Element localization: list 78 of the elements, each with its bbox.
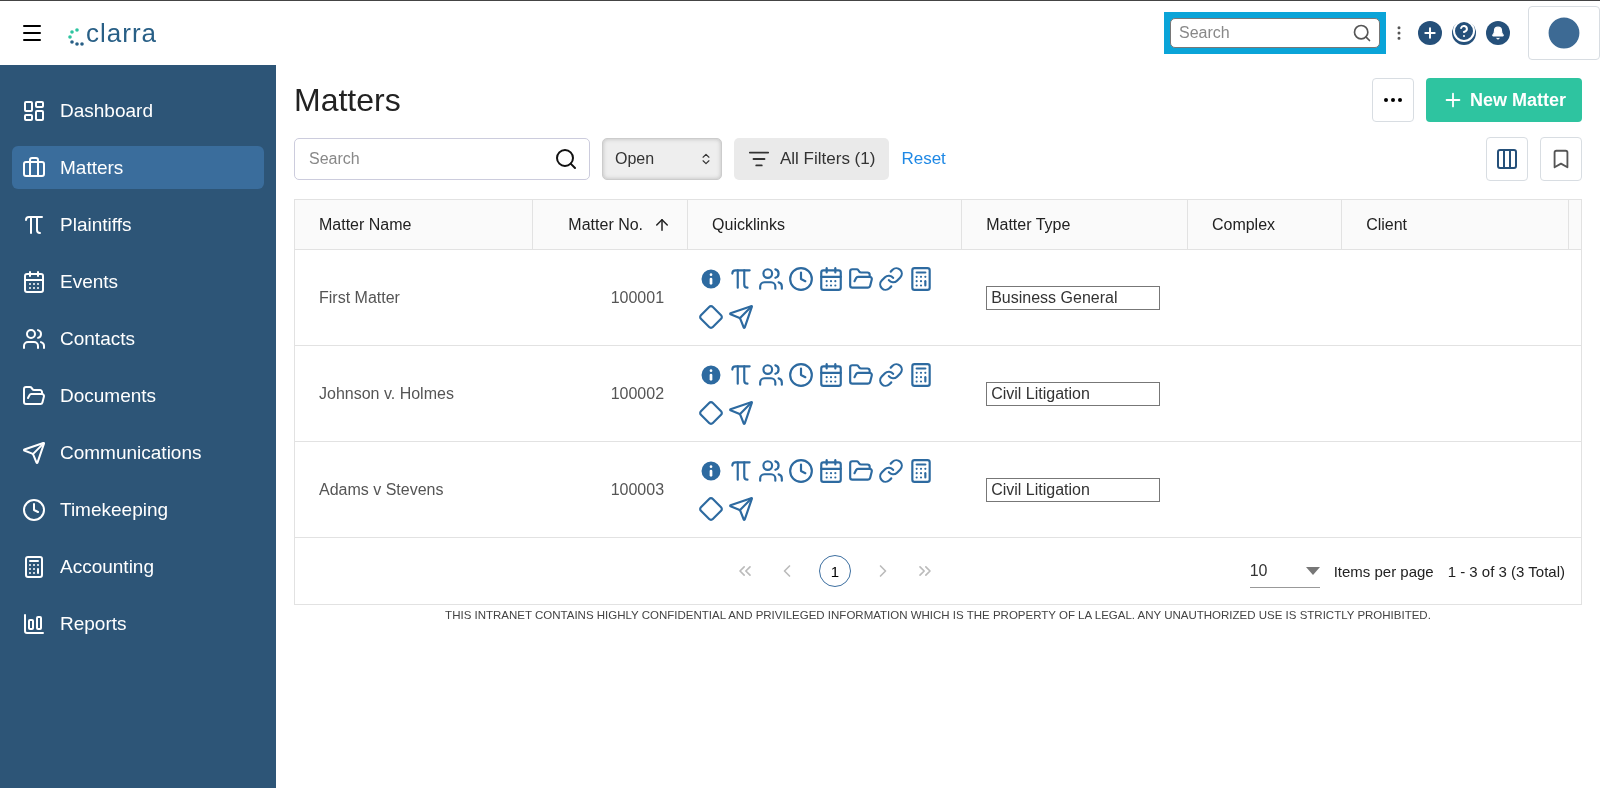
range-label: 1 - 3 of 3 (3 Total) [1447,562,1565,580]
column-header[interactable]: Matter No. [532,200,689,250]
more-icon [1383,98,1402,102]
sidebar-item[interactable]: Documents [12,374,264,417]
page-button[interactable]: 1 [819,555,851,587]
folder-icon[interactable] [848,265,875,292]
sidebar-item[interactable]: Dashboard [12,89,264,132]
column-header[interactable]: Client [1342,200,1569,250]
folder-icon[interactable] [848,361,875,388]
caret-icon [1305,566,1320,575]
clarra-logo: clarra [68,17,157,49]
folder-icon [22,383,46,408]
sidebar-item[interactable]: Plaintiffs [12,203,264,246]
folder-icon[interactable] [848,457,875,484]
calendar-icon[interactable] [818,265,845,292]
table-cell: Johnson v. Holmes [295,346,533,442]
bookmark-button[interactable] [1540,137,1582,181]
column-header[interactable]: Matter Type [962,200,1188,250]
people-icon[interactable] [758,457,785,484]
search-icon [554,147,578,171]
people-icon [22,326,46,351]
sidebar-item[interactable]: Contacts [12,317,264,360]
diamond-icon[interactable] [698,399,725,426]
link-icon[interactable] [878,361,905,388]
bell-icon[interactable] [1486,21,1510,45]
dashboard-icon [22,98,46,123]
reset-link[interactable]: Reset [901,149,946,169]
page-title: Matters [294,81,401,119]
dots-icon [68,26,86,49]
page-size-select[interactable]: 10 [1249,554,1320,588]
bar-chart-icon [22,611,46,636]
column-header[interactable]: Quicklinks [688,200,963,250]
table-cell: First Matter [295,250,533,346]
people-icon[interactable] [758,265,785,292]
diamond-icon[interactable] [698,303,725,330]
clock-icon [22,497,46,522]
sidebar-item[interactable]: Events [12,260,264,303]
clock-icon[interactable] [788,457,815,484]
clock-icon[interactable] [788,361,815,388]
matter-type-tag: Civil Litigation [986,477,1161,502]
paper-plane-icon[interactable] [728,495,755,522]
clock-icon[interactable] [788,265,815,292]
search-icon [1352,23,1372,43]
table-cell: 100001 [532,250,689,346]
paper-plane-icon[interactable] [728,399,755,426]
columns-icon [1495,147,1519,171]
disclaimer-text: THIS INTRANET CONTAINS HIGHLY CONFIDENTIAL AND PRIVILEGED INFORMATION WHICH IS THE PROPERTY OF LA LEGAL. ANY UNAUTHORIZED USE IS STRICTLY PROHIBITED. [444,609,1432,621]
sidebar-item[interactable]: Communications [12,431,264,474]
people-icon[interactable] [758,361,785,388]
sidebar-item[interactable]: Matters [12,146,264,189]
calculator-icon [22,554,46,579]
search-field[interactable]: Search [1170,18,1380,48]
sidebar-item[interactable]: Reports [12,602,264,645]
column-header[interactable]: Complex [1187,200,1343,250]
calendar-icon[interactable] [818,361,845,388]
link-icon[interactable] [878,265,905,292]
link-icon[interactable] [878,457,905,484]
table-cell: 100003 [532,442,689,538]
matter-type-tag: Business General [986,285,1161,310]
matter-type-tag: Civil Litigation [986,381,1161,406]
paper-plane-icon [22,440,46,465]
table-cell: 100002 [532,346,689,442]
paper-plane-icon[interactable] [728,303,755,330]
column-header[interactable]: Matter Name [295,200,533,250]
sidebar-item[interactable]: Timekeeping [12,488,264,531]
sidebar-item[interactable]: Accounting [12,545,264,588]
plus-icon[interactable] [1418,21,1442,45]
all-filters-button[interactable]: All Filters (1) [734,138,890,180]
status-select[interactable]: Open [602,138,722,180]
help-icon[interactable] [1452,21,1476,45]
table-cell: Adams v Stevens [295,442,533,538]
user-avatar-button[interactable] [1528,6,1600,60]
columns-button[interactable] [1486,137,1528,181]
calendar-icon [22,269,46,294]
briefcase-icon [22,155,46,180]
diamond-icon[interactable] [698,495,725,522]
items-per-page-label: Items per page [1333,562,1434,580]
calendar-icon[interactable] [818,457,845,484]
